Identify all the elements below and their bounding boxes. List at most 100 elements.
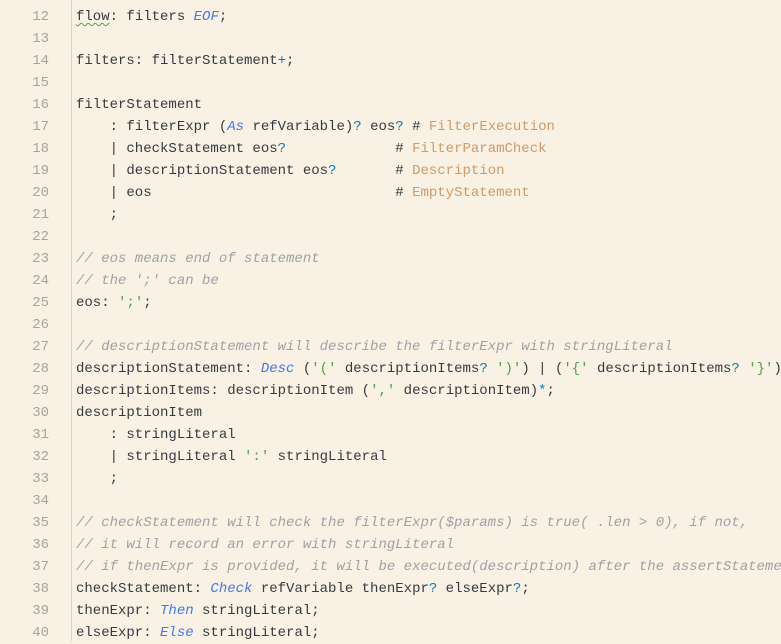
code-line[interactable]: filters: filterStatement+;	[76, 50, 781, 72]
code-token: +	[278, 53, 286, 69]
code-token: stringLiteral;	[194, 603, 320, 619]
code-line[interactable]	[76, 226, 781, 248]
code-token: ?	[479, 361, 487, 377]
code-line[interactable]: descriptionItems: descriptionItem (',' d…	[76, 380, 781, 402]
code-line[interactable]	[76, 72, 781, 94]
code-token: ;	[547, 383, 555, 399]
code-token: Desc	[261, 361, 295, 377]
line-number: 12	[0, 6, 71, 28]
code-token: // it will record an error with stringLi…	[76, 537, 454, 553]
code-token: // checkStatement will check the filterE…	[76, 515, 748, 531]
line-number: 14	[0, 50, 71, 72]
code-line[interactable]: descriptionStatement: Desc ('(' descript…	[76, 358, 781, 380]
code-token: filters	[118, 9, 194, 25]
code-token	[740, 361, 748, 377]
code-token: descriptionStatement:	[76, 361, 261, 377]
code-token: ':'	[244, 449, 269, 465]
code-token: '{'	[563, 361, 588, 377]
code-line[interactable]: // the ';' can be	[76, 270, 781, 292]
code-line[interactable]: : stringLiteral	[76, 424, 781, 446]
code-token: | stringLiteral	[76, 449, 244, 465]
line-number: 38	[0, 578, 71, 600]
code-token: FilterExecution	[429, 119, 555, 135]
code-line[interactable]: | checkStatement eos? # FilterParamCheck	[76, 138, 781, 160]
code-token: filters: filterStatement	[76, 53, 278, 69]
code-line[interactable]: | descriptionStatement eos? # Descriptio…	[76, 160, 781, 182]
line-number: 36	[0, 534, 71, 556]
line-number: 17	[0, 116, 71, 138]
code-token: stringLiteral;	[194, 625, 320, 641]
code-token: ';'	[118, 295, 143, 311]
code-line[interactable]: | stringLiteral ':' stringLiteral	[76, 446, 781, 468]
code-line[interactable]: : filterExpr (As refVariable)? eos? # Fi…	[76, 116, 781, 138]
code-token: '('	[311, 361, 336, 377]
line-number: 19	[0, 160, 71, 182]
code-token: | checkStatement eos	[76, 141, 278, 157]
code-token: ','	[370, 383, 395, 399]
code-line[interactable]: ;	[76, 204, 781, 226]
line-number: 23	[0, 248, 71, 270]
code-token: '}'	[748, 361, 773, 377]
code-line[interactable]	[76, 314, 781, 336]
code-token: #	[404, 119, 429, 135]
code-token: // the ';' can be	[76, 273, 219, 289]
code-token: ')'	[496, 361, 521, 377]
code-line[interactable]	[76, 490, 781, 512]
code-token: ;	[143, 295, 151, 311]
line-number: 24	[0, 270, 71, 292]
line-number: 37	[0, 556, 71, 578]
code-line[interactable]: filterStatement	[76, 94, 781, 116]
line-number: 31	[0, 424, 71, 446]
code-token: EmptyStatement	[412, 185, 530, 201]
line-number: 18	[0, 138, 71, 160]
code-token: flow	[76, 9, 110, 25]
code-token: As	[227, 119, 244, 135]
code-content-area[interactable]: flow: filters EOF; filters: filterStatem…	[72, 0, 781, 641]
code-line[interactable]: eos: ';';	[76, 292, 781, 314]
line-number: 15	[0, 72, 71, 94]
code-token: ;	[219, 9, 227, 25]
code-token: descriptionItems	[589, 361, 732, 377]
code-line[interactable]: // if thenExpr is provided, it will be e…	[76, 556, 781, 578]
code-line[interactable]: flow: filters EOF;	[76, 6, 781, 28]
line-number: 32	[0, 446, 71, 468]
code-token: | descriptionStatement eos	[76, 163, 328, 179]
line-number: 28	[0, 358, 71, 380]
code-token: elseExpr	[437, 581, 513, 597]
code-token: ;	[286, 53, 294, 69]
code-token: Then	[160, 603, 194, 619]
code-token: ?	[395, 119, 403, 135]
code-token: descriptionItem)	[395, 383, 538, 399]
code-line[interactable]: // descriptionStatement will describe th…	[76, 336, 781, 358]
code-token: EOF	[194, 9, 219, 25]
line-number: 25	[0, 292, 71, 314]
code-token: ) | (	[521, 361, 563, 377]
code-line[interactable]: checkStatement: Check refVariable thenEx…	[76, 578, 781, 600]
code-line[interactable]: thenExpr: Then stringLiteral;	[76, 600, 781, 622]
code-token: #	[286, 141, 412, 157]
line-number: 26	[0, 314, 71, 336]
code-token: ;	[76, 207, 118, 223]
code-token: // if thenExpr is provided, it will be e…	[76, 559, 781, 575]
line-number: 16	[0, 94, 71, 116]
code-line[interactable]: | eos # EmptyStatement	[76, 182, 781, 204]
code-line[interactable]: ;	[76, 468, 781, 490]
line-number: 20	[0, 182, 71, 204]
code-token: ?	[731, 361, 739, 377]
line-number: 22	[0, 226, 71, 248]
code-token: ?	[353, 119, 361, 135]
code-token: FilterParamCheck	[412, 141, 546, 157]
code-token: ;	[76, 471, 118, 487]
code-token: // eos means end of statement	[76, 251, 320, 267]
code-token: checkStatement:	[76, 581, 210, 597]
code-token: (	[294, 361, 311, 377]
code-line[interactable]: // eos means end of statement	[76, 248, 781, 270]
code-line[interactable]: // it will record an error with stringLi…	[76, 534, 781, 556]
code-line[interactable]: descriptionItem	[76, 402, 781, 424]
code-line[interactable]	[76, 28, 781, 50]
code-token: descriptionItem	[76, 405, 202, 421]
line-number: 13	[0, 28, 71, 50]
code-token: eos	[362, 119, 396, 135]
code-line[interactable]: // checkStatement will check the filterE…	[76, 512, 781, 534]
code-token: Check	[210, 581, 252, 597]
